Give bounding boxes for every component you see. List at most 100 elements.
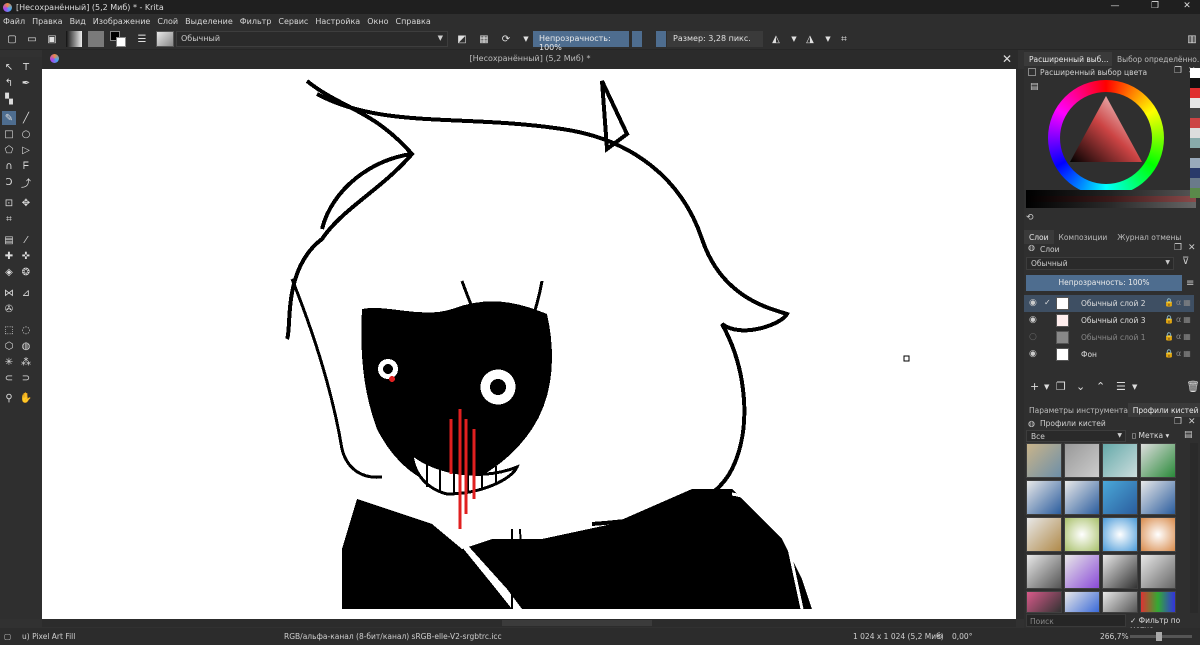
refresh-icon[interactable]: ⟲: [1026, 213, 1034, 223]
ellipse-tool-icon[interactable]: ○: [19, 127, 33, 141]
checkmark-icon[interactable]: ✓: [1044, 298, 1051, 307]
rotation-value[interactable]: 0,00°: [952, 632, 972, 641]
swatch[interactable]: [1190, 158, 1200, 168]
tab-advanced-color[interactable]: Расширенный выб...: [1024, 52, 1112, 66]
brush-preset-tile[interactable]: [1140, 480, 1176, 515]
brush-scrollbar[interactable]: [1190, 443, 1198, 613]
brush-preset-tile[interactable]: [1064, 480, 1100, 515]
freehand-path-icon[interactable]: ᖴ: [19, 159, 33, 173]
swatch[interactable]: [1190, 168, 1200, 178]
swatch[interactable]: [1190, 88, 1200, 98]
layer-lock-alpha-icons[interactable]: 🔒α▦: [1164, 349, 1193, 358]
menu-edit[interactable]: Правка: [32, 17, 62, 26]
preserve-alpha-icon[interactable]: ▦: [476, 31, 492, 47]
close-window-button[interactable]: ✕: [1170, 0, 1200, 14]
line-tool-icon[interactable]: ╱: [19, 111, 33, 125]
save-icon[interactable]: ▣: [44, 31, 60, 47]
menu-tools[interactable]: Сервис: [278, 17, 308, 26]
brush-preset-tile[interactable]: [1102, 517, 1138, 552]
maximize-button[interactable]: ❐: [1138, 0, 1172, 14]
contiguous-selection-icon[interactable]: ✳: [2, 355, 16, 369]
mirror-horizontal-icon[interactable]: ◭: [768, 31, 784, 47]
dynamic-brush-icon[interactable]: Ↄ: [2, 175, 16, 189]
chevron-down-icon[interactable]: ▼: [820, 31, 836, 47]
brush-preset-tile[interactable]: [1026, 480, 1062, 515]
menu-select[interactable]: Выделение: [185, 17, 233, 26]
layer-row[interactable]: ◉ Обычный слой 3 🔒α▦: [1024, 312, 1194, 329]
mirror-vertical-icon[interactable]: ◮: [802, 31, 818, 47]
zoom-tool-icon[interactable]: ⚲: [2, 391, 16, 405]
fg-bg-colors-button[interactable]: [110, 31, 126, 47]
chevron-down-icon[interactable]: ▼: [1132, 383, 1137, 391]
edit-shapes-icon[interactable]: ↰: [2, 76, 16, 90]
bezier-tool-icon[interactable]: ∩: [2, 159, 16, 173]
tab-tool-options[interactable]: Параметры инструмента: [1024, 403, 1128, 417]
zoom-slider-handle[interactable]: [1156, 632, 1162, 641]
measure-tool-icon[interactable]: ⊿: [19, 286, 33, 300]
close-document-button[interactable]: ✕: [1002, 52, 1012, 66]
transform-tool-icon[interactable]: ⊡: [2, 196, 16, 210]
swatch[interactable]: [1190, 78, 1200, 88]
menu-image[interactable]: Изображение: [93, 17, 151, 26]
similar-selection-icon[interactable]: ⁂: [19, 355, 33, 369]
layer-row[interactable]: ◉ Фон 🔒α▦: [1024, 346, 1194, 363]
layer-menu-icon[interactable]: ≡: [1186, 278, 1194, 289]
eye-icon[interactable]: ◉: [1029, 349, 1037, 359]
colorize-mask-icon[interactable]: ✚: [2, 249, 16, 263]
eye-closed-icon[interactable]: ○: [1029, 332, 1037, 342]
layer-lock-alpha-icons[interactable]: 🔒α▦: [1164, 332, 1193, 341]
brush-preset-tile[interactable]: [1102, 554, 1138, 589]
float-dock-icon[interactable]: ❐: [1174, 417, 1182, 427]
brush-preset-tile[interactable]: [1064, 517, 1100, 552]
crop-tool-icon[interactable]: ⌗: [2, 212, 16, 226]
polyline-tool-icon[interactable]: ▷: [19, 143, 33, 157]
layer-lock-alpha-icons[interactable]: 🔒α▦: [1164, 298, 1193, 307]
text-tool-icon[interactable]: T: [19, 60, 33, 74]
opacity-slider[interactable]: Непрозрачность: 100%: [533, 31, 629, 52]
tab-undo-history[interactable]: Журнал отмены: [1112, 230, 1186, 244]
move-layer-up-icon[interactable]: ⌃: [1096, 380, 1105, 393]
tab-layers[interactable]: Слои: [1024, 230, 1054, 244]
size-slider-handle[interactable]: [656, 31, 666, 47]
chevron-down-icon[interactable]: ▼: [786, 31, 802, 47]
tab-brush-presets[interactable]: Профили кистей: [1127, 403, 1200, 417]
brush-preset-tile[interactable]: [1140, 443, 1176, 478]
menu-filter[interactable]: Фильтр: [240, 17, 272, 26]
menu-window[interactable]: Окно: [367, 17, 388, 26]
menu-view[interactable]: Вид: [70, 17, 86, 26]
color-dock-menu-icon[interactable]: [1028, 68, 1036, 76]
zoom-slider[interactable]: [1130, 632, 1192, 641]
assistant-tool-icon[interactable]: ▚: [2, 92, 16, 106]
chevron-down-icon[interactable]: ▼: [518, 31, 534, 47]
color-space-label[interactable]: RGB/альфа-канал (8-бит/канал) sRGB-elle-…: [284, 632, 502, 641]
layer-row[interactable]: ○ Обычный слой 1 🔒α▦: [1024, 329, 1194, 346]
color-settings-icon[interactable]: ▤: [1030, 82, 1039, 92]
layer-properties-icon[interactable]: ☰: [1116, 380, 1126, 393]
brush-search-input[interactable]: Поиск: [1026, 614, 1126, 627]
swatch[interactable]: [1190, 68, 1200, 78]
swatch[interactable]: [1190, 138, 1200, 148]
opacity-slider-spin[interactable]: [632, 31, 642, 47]
menu-settings[interactable]: Настройка: [315, 17, 360, 26]
brush-preset-tile[interactable]: [1140, 517, 1176, 552]
brush-preset-tile[interactable]: [1102, 443, 1138, 478]
brush-preset-tile[interactable]: [1064, 443, 1100, 478]
add-layer-icon[interactable]: +: [1030, 380, 1039, 393]
eye-icon[interactable]: ◉: [1029, 315, 1037, 325]
reload-preset-icon[interactable]: ⟳: [498, 31, 514, 47]
calligraphy-icon[interactable]: ✒: [19, 76, 33, 90]
horizontal-scrollbar[interactable]: [42, 619, 1016, 627]
swatch[interactable]: [1190, 128, 1200, 138]
brush-preset-tile[interactable]: [1064, 591, 1100, 613]
close-dock-icon[interactable]: ✕: [1188, 417, 1196, 427]
new-document-icon[interactable]: ▢: [4, 31, 20, 47]
gradient-preset-button[interactable]: [66, 31, 82, 47]
swatch[interactable]: [1190, 98, 1200, 108]
tab-compositions[interactable]: Композиции: [1054, 230, 1113, 244]
eye-icon[interactable]: ◉: [1029, 298, 1037, 308]
brush-preset-tile[interactable]: [1026, 554, 1062, 589]
smart-patch-icon[interactable]: ✜: [19, 249, 33, 263]
move-layer-down-icon[interactable]: ⌄: [1076, 380, 1085, 393]
color-triangle[interactable]: [1048, 80, 1164, 196]
filter-icon[interactable]: ⊽: [1182, 256, 1189, 267]
